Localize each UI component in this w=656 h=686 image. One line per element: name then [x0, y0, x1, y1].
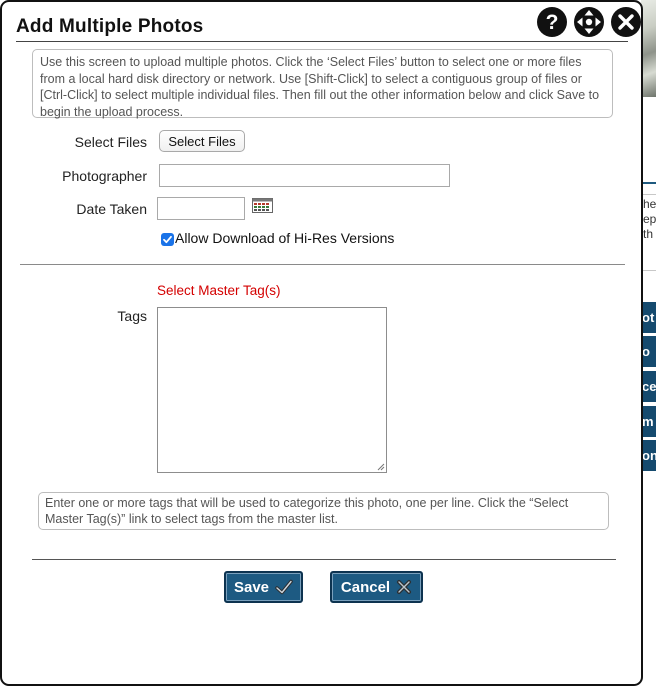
background-nav-item: o: [641, 336, 656, 367]
background-page: he ep th ot o ce m on: [641, 0, 656, 686]
title-divider: [16, 41, 628, 42]
svg-text:?: ?: [546, 11, 559, 34]
checkmark-icon: [275, 579, 293, 595]
cancel-button-label: Cancel: [340, 578, 391, 596]
allow-download-label[interactable]: Allow Download of Hi-Res Versions: [175, 230, 394, 246]
background-text: th: [643, 227, 654, 241]
background-text: ep: [643, 212, 656, 226]
help-icon[interactable]: ?: [537, 7, 567, 37]
allow-download-checkbox[interactable]: [161, 233, 174, 246]
background-divider-light: [641, 194, 656, 195]
tags-textarea[interactable]: [157, 307, 387, 473]
move-icon[interactable]: [574, 7, 604, 37]
save-button-label: Save: [233, 578, 270, 596]
select-files-button[interactable]: Select Files: [159, 130, 245, 152]
resize-handle-icon[interactable]: [376, 462, 385, 471]
background-nav-item: ce: [641, 371, 656, 402]
dialog-title: Add Multiple Photos: [16, 16, 204, 37]
instructions-box: Use this screen to upload multiple photo…: [32, 49, 613, 119]
add-multiple-photos-dialog: Add Multiple Photos ? Use this screen to…: [0, 0, 643, 686]
save-button[interactable]: Save: [224, 571, 303, 603]
section-divider: [20, 264, 625, 265]
background-divider-light: [641, 270, 656, 271]
footer-divider: [32, 559, 616, 560]
date-taken-label: Date Taken: [76, 201, 147, 217]
background-nav-item: m: [641, 406, 656, 437]
photographer-input[interactable]: [159, 164, 450, 187]
tags-label: Tags: [117, 308, 147, 324]
background-photo: [641, 0, 656, 97]
calendar-icon[interactable]: [252, 198, 273, 213]
select-files-label: Select Files: [74, 134, 147, 150]
tags-help-box: Enter one or more tags that will be used…: [38, 492, 609, 530]
background-text: he: [643, 197, 656, 211]
background-divider: [641, 182, 656, 184]
photographer-label: Photographer: [62, 168, 147, 184]
close-icon[interactable]: [611, 7, 641, 37]
x-icon: [397, 580, 412, 594]
background-nav-item: on: [641, 440, 656, 471]
date-taken-input[interactable]: [157, 197, 245, 220]
select-master-tags-link[interactable]: Select Master Tag(s): [157, 283, 281, 298]
cancel-button[interactable]: Cancel: [330, 571, 423, 603]
background-nav-item: ot: [641, 302, 656, 333]
